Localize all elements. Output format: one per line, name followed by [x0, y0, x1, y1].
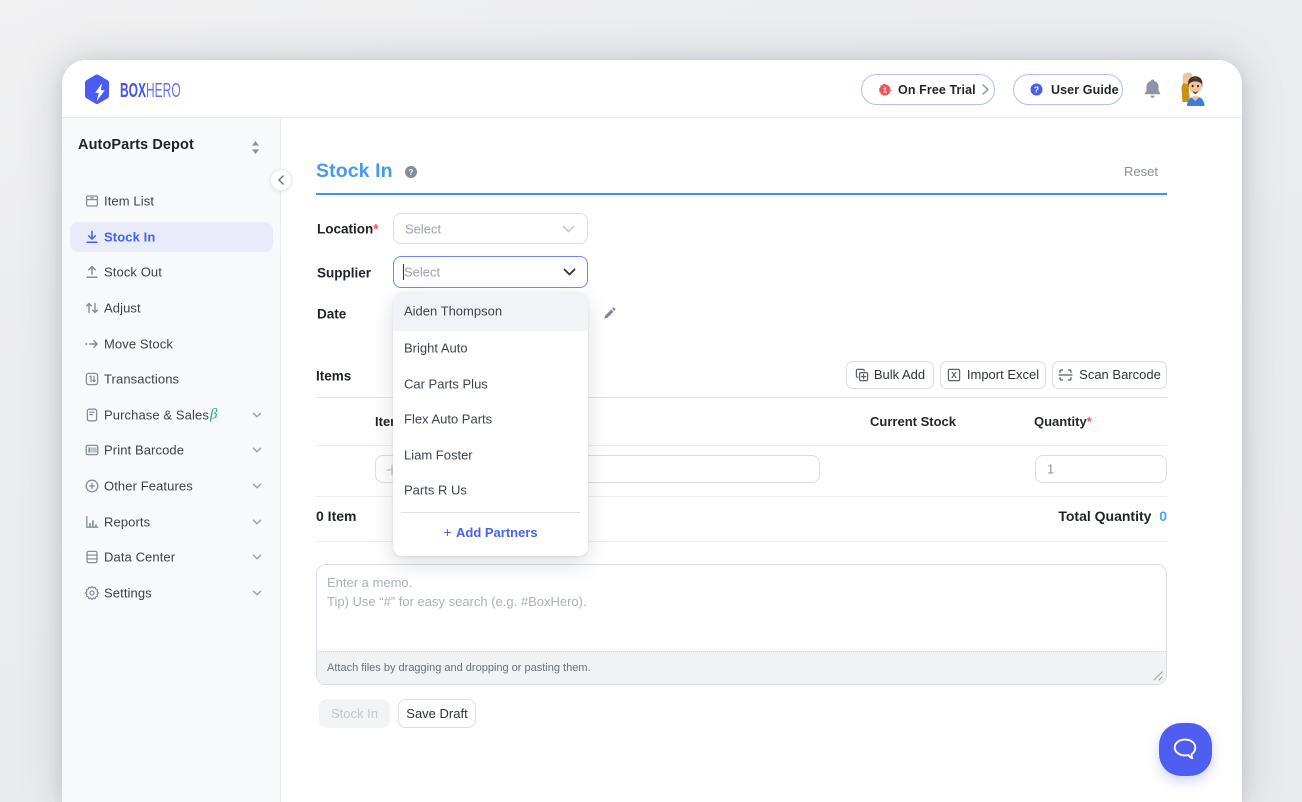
svg-text:1: 1 [883, 85, 887, 94]
svg-text:?: ? [1034, 85, 1039, 95]
